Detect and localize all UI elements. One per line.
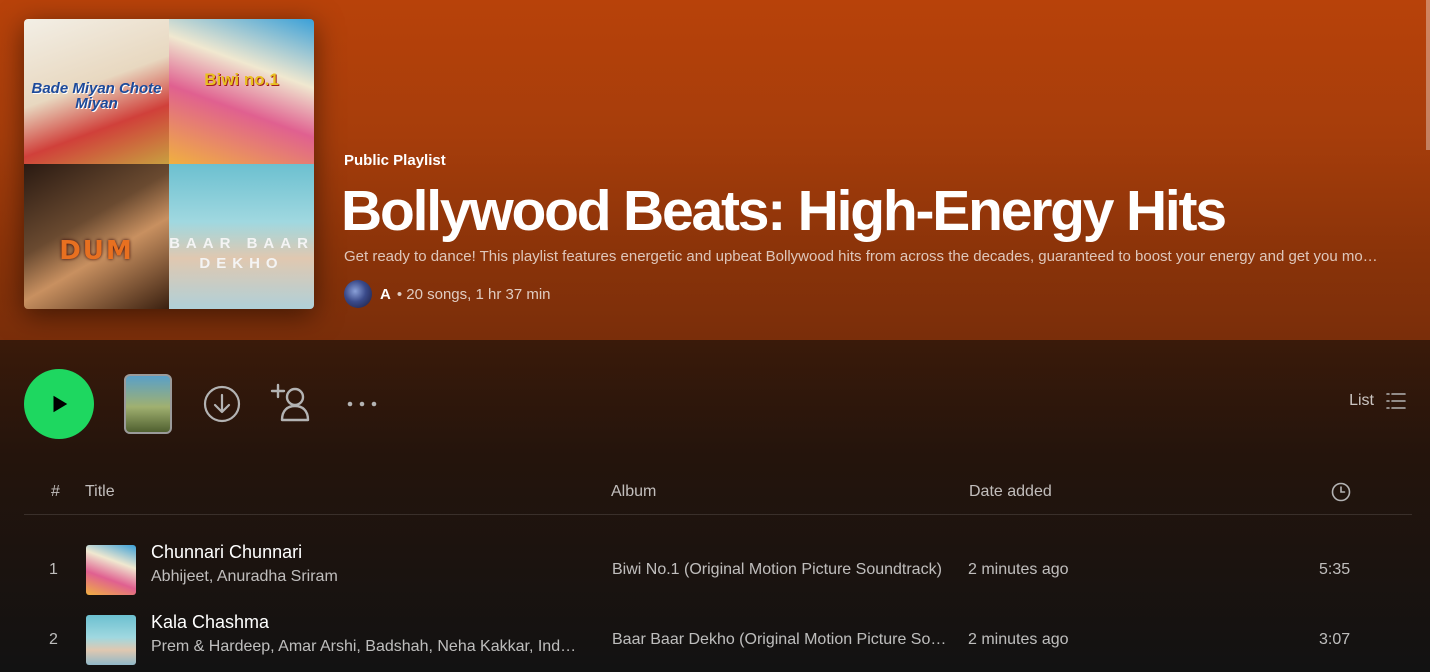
scrollbar[interactable] bbox=[1426, 0, 1430, 150]
view-toggle-button[interactable]: List bbox=[1349, 392, 1406, 410]
clock-icon bbox=[1331, 482, 1351, 502]
more-horizontal-icon bbox=[347, 401, 377, 407]
download-button[interactable] bbox=[202, 384, 242, 424]
track-artists[interactable]: Prem & Hardeep, Amar Arshi, Badshah, Neh… bbox=[151, 638, 581, 656]
download-circle-icon bbox=[203, 385, 241, 423]
cover-tile-bade-miyan: Bade Miyan Chote Miyan bbox=[24, 19, 169, 164]
playlist-cover[interactable]: Bade Miyan Chote Miyan Biwi no.1 DUM BAA… bbox=[24, 19, 314, 309]
playlist-type-label: Public Playlist bbox=[344, 152, 446, 169]
track-duration: 3:07 bbox=[1319, 631, 1351, 648]
header-title[interactable]: Title bbox=[85, 483, 115, 501]
owner-avatar[interactable] bbox=[344, 280, 372, 308]
cover-tile-text: BAAR BAAR DEKHO bbox=[169, 235, 314, 272]
track-duration: 5:35 bbox=[1319, 561, 1351, 578]
track-album[interactable]: Baar Baar Dekho (Original Motion Picture… bbox=[612, 608, 948, 672]
track-row[interactable]: 2 Kala Chashma Prem & Hardeep, Amar Arsh… bbox=[24, 608, 1412, 672]
add-user-icon bbox=[270, 383, 310, 422]
playlist-stats: • 20 songs, 1 hr 37 min bbox=[396, 285, 551, 303]
view-toggle-label: List bbox=[1349, 392, 1374, 409]
cover-tile-biwi: Biwi no.1 bbox=[169, 19, 314, 164]
playlist-preview-thumbnail[interactable] bbox=[124, 374, 172, 434]
track-thumbnail bbox=[86, 615, 136, 665]
playlist-title[interactable]: Bollywood Beats: High-Energy Hits bbox=[341, 177, 1227, 245]
cover-tile-text: Biwi no.1 bbox=[204, 70, 279, 89]
tracklist-header: # Title Album Date added bbox=[24, 478, 1412, 515]
track-number: 1 bbox=[49, 561, 58, 578]
more-options-button[interactable] bbox=[342, 390, 382, 418]
owner-name[interactable]: A bbox=[380, 286, 391, 303]
header-album[interactable]: Album bbox=[611, 483, 656, 501]
playlist-description: Get ready to dance! This playlist featur… bbox=[344, 248, 1384, 265]
cover-tile-text: Bade Miyan Chote Miyan bbox=[31, 80, 162, 112]
track-date-added: 2 minutes ago bbox=[968, 631, 1069, 648]
list-icon bbox=[1386, 393, 1406, 409]
cover-tile-text: DUM bbox=[59, 236, 134, 266]
cover-tile-dum: DUM bbox=[24, 164, 169, 309]
track-date-added: 2 minutes ago bbox=[968, 561, 1069, 578]
cover-tile-baar-baar: BAAR BAAR DEKHO bbox=[169, 164, 314, 309]
header-date-added[interactable]: Date added bbox=[969, 483, 1052, 501]
header-number: # bbox=[51, 483, 60, 500]
track-thumbnail bbox=[86, 545, 136, 595]
track-album[interactable]: Biwi No.1 (Original Motion Picture Sound… bbox=[612, 538, 948, 602]
play-icon bbox=[53, 395, 68, 413]
track-number: 2 bbox=[49, 631, 58, 648]
track-artists[interactable]: Abhijeet, Anuradha Sriram bbox=[151, 568, 581, 586]
track-title[interactable]: Kala Chashma bbox=[151, 612, 269, 633]
playlist-meta: A • 20 songs, 1 hr 37 min bbox=[344, 279, 551, 309]
header-duration[interactable] bbox=[1331, 482, 1351, 507]
track-row[interactable]: 1 Chunnari Chunnari Abhijeet, Anuradha S… bbox=[24, 538, 1412, 602]
play-button[interactable] bbox=[24, 369, 94, 439]
track-title[interactable]: Chunnari Chunnari bbox=[151, 542, 302, 563]
add-collaborator-button[interactable] bbox=[270, 382, 316, 424]
